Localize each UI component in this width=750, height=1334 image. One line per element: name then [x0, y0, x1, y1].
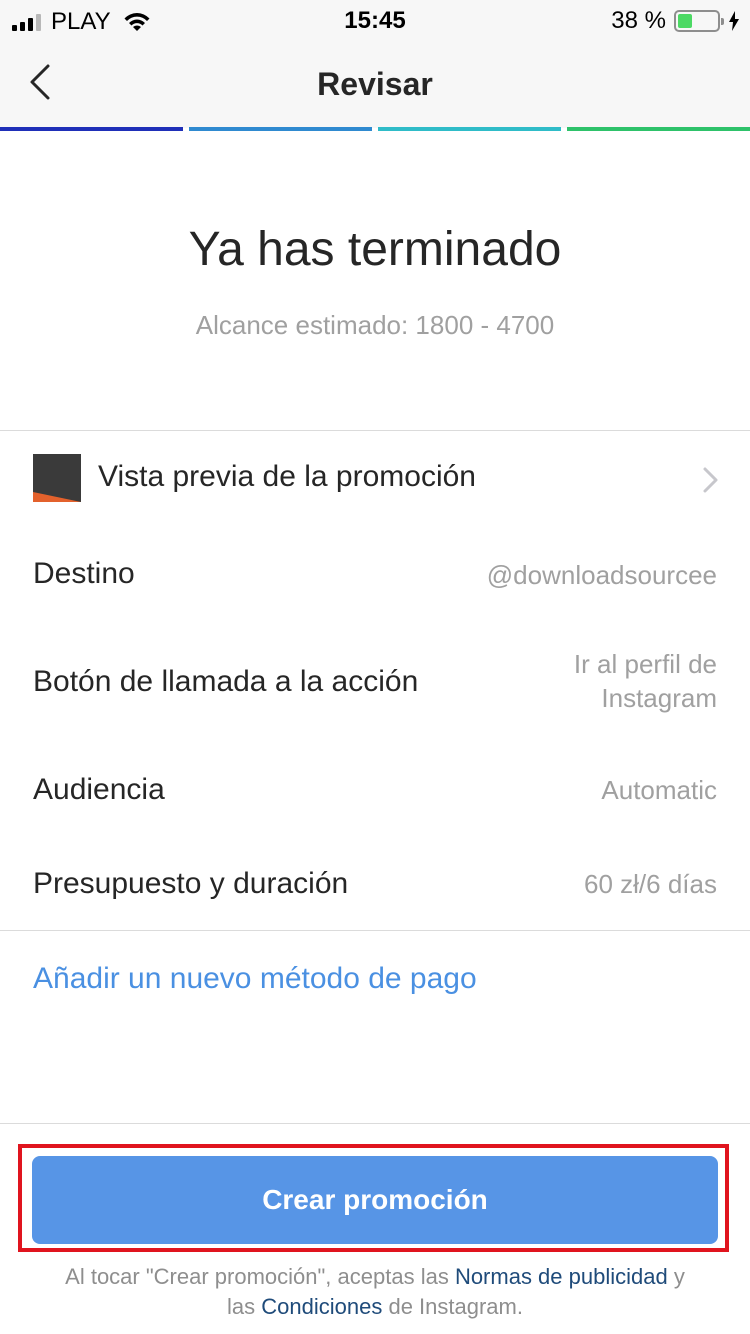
progress-segment: [567, 127, 750, 131]
promotion-preview-label: Vista previa de la promoción: [98, 460, 476, 493]
chevron-right-icon: [703, 467, 718, 493]
battery-percent: 38 %: [611, 7, 666, 34]
charging-icon: [729, 11, 739, 31]
divider: [0, 1123, 750, 1124]
destination-label: Destino: [33, 557, 135, 590]
post-thumbnail: [33, 454, 81, 502]
terms-text: de Instagram.: [382, 1294, 523, 1319]
progress-segment: [189, 127, 372, 131]
step-progress-bar: [0, 127, 750, 131]
completion-heading: Ya has terminado: [188, 223, 562, 276]
call-to-action-value-line2: Instagram: [601, 683, 717, 713]
terms-of-use-link[interactable]: Condiciones: [261, 1294, 382, 1319]
budget-duration-value: 60 zł/6 días: [584, 869, 717, 899]
progress-segment: [0, 127, 183, 131]
audience-label: Audiencia: [33, 773, 165, 806]
battery-icon: [674, 10, 724, 32]
progress-segment: [378, 127, 561, 131]
terms-text: Al tocar "Crear promoción", aceptas las: [65, 1264, 455, 1289]
page-title: Revisar: [317, 66, 433, 102]
battery-level: [678, 14, 693, 28]
divider: [0, 930, 750, 931]
call-to-action-label: Botón de llamada a la acción: [33, 665, 419, 698]
terms-notice: Al tocar "Crear promoción", aceptas las …: [60, 1262, 690, 1322]
navigation-bar: Revisar: [0, 40, 750, 128]
create-promotion-button[interactable]: Crear promoción: [32, 1156, 718, 1244]
call-to-action-value-line1: Ir al perfil de: [573, 649, 717, 679]
budget-duration-label: Presupuesto y duración: [33, 867, 349, 900]
audience-value: Automatic: [601, 775, 717, 805]
estimated-reach: Alcance estimado: 1800 - 4700: [195, 310, 555, 340]
call-to-action-value: Ir al perfil de Instagram: [574, 647, 717, 715]
advertising-policies-link[interactable]: Normas de publicidad: [455, 1264, 668, 1289]
destination-value: @downloadsourcee: [486, 560, 717, 590]
add-payment-method-link[interactable]: Añadir un nuevo método de pago: [33, 962, 477, 996]
status-bar: PLAY 15:45 38 %: [0, 0, 750, 40]
status-right: 38 %: [611, 7, 740, 35]
